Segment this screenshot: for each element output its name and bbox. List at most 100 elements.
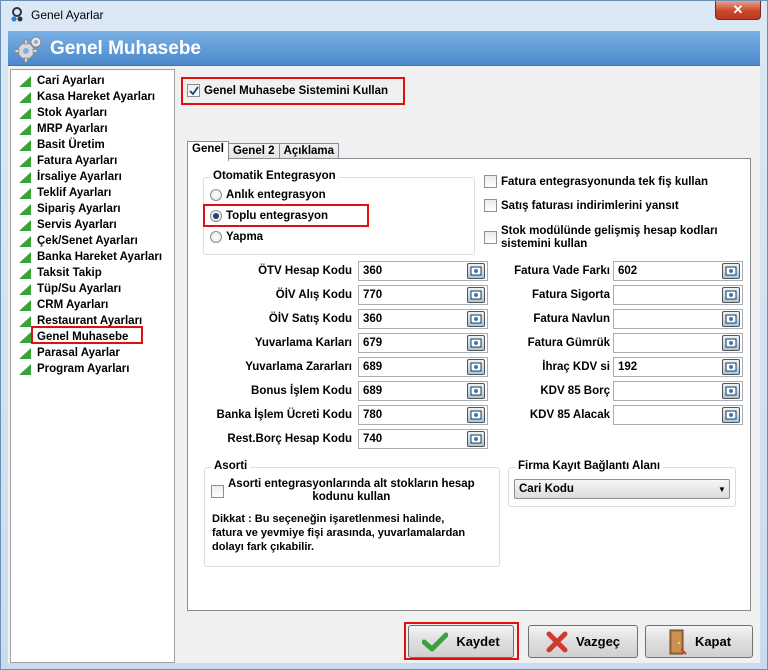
sidebar-item-program[interactable]: Program Ayarları	[19, 361, 129, 377]
asorti-checkbox[interactable]: Asorti entegrasyonlarında alt stokların …	[211, 478, 475, 504]
radio-yapma[interactable]: Yapma	[210, 231, 263, 243]
checkbox-box[interactable]	[484, 231, 497, 244]
sidebar-item-cari[interactable]: Cari Ayarları	[19, 73, 105, 89]
use-system-highlight	[181, 77, 405, 105]
checkbox-box[interactable]	[484, 199, 497, 212]
radio-button[interactable]	[210, 189, 222, 201]
checkbox-box[interactable]	[211, 485, 224, 498]
sidebar-item-basit-uretim[interactable]: Basit Üretim	[19, 137, 105, 153]
lookup-icon[interactable]	[722, 287, 740, 303]
field-label-otv: ÖTV Hesap Kodu	[258, 265, 352, 277]
sidebar-item-siparis[interactable]: Sipariş Ayarları	[19, 201, 121, 217]
triangle-icon	[19, 75, 31, 87]
field-value[interactable]: 192	[614, 361, 722, 373]
lookup-icon[interactable]	[722, 311, 740, 327]
field-label-vade-farki: Fatura Vade Farkı	[514, 265, 610, 277]
field-value[interactable]: 780	[359, 409, 467, 421]
sidebar-item-taksit[interactable]: Taksit Takip	[19, 265, 102, 281]
settings-sidebar: Cari Ayarları Kasa Hareket Ayarları Stok…	[10, 69, 175, 663]
sidebar-item-cek-senet[interactable]: Çek/Senet Ayarları	[19, 233, 138, 249]
lookup-icon[interactable]	[467, 287, 485, 303]
sidebar-item-label: Taksit Takip	[37, 267, 102, 279]
lookup-icon[interactable]	[467, 383, 485, 399]
close-button[interactable]: Kapat	[645, 625, 753, 658]
asorti-check-label: Asorti entegrasyonlarında alt stokların …	[228, 478, 475, 504]
field-label-banka-islem: Banka İşlem Ücreti Kodu	[216, 409, 352, 421]
field-kdv85-alacak[interactable]	[613, 405, 743, 425]
window-close-button[interactable]: ✕	[715, 1, 761, 20]
sidebar-item-tup-su[interactable]: Tüp/Su Ayarları	[19, 281, 121, 297]
field-value[interactable]: 602	[614, 265, 722, 277]
header-title: Genel Muhasebe	[50, 38, 201, 59]
field-otv[interactable]: 360	[358, 261, 488, 281]
triangle-icon	[19, 315, 31, 327]
field-value[interactable]: 689	[359, 385, 467, 397]
window-title: Genel Ayarlar	[31, 8, 104, 22]
lookup-icon[interactable]	[722, 359, 740, 375]
field-value[interactable]: 360	[359, 265, 467, 277]
chevron-down-icon[interactable]: ▼	[715, 485, 729, 494]
field-ihrac-kdv[interactable]: 192	[613, 357, 743, 377]
field-vade-farki[interactable]: 602	[613, 261, 743, 281]
lookup-icon[interactable]	[722, 383, 740, 399]
check-label: Fatura entegrasyonunda tek fiş kullan	[501, 175, 709, 188]
field-label-yuvarlama-kar: Yuvarlama Karları	[254, 337, 352, 349]
client-area: Genel Muhasebe Cari Ayarları Kasa Hareke…	[8, 31, 760, 663]
cancel-button[interactable]: Vazgeç	[528, 625, 638, 658]
field-navlun[interactable]	[613, 309, 743, 329]
lookup-icon[interactable]	[722, 407, 740, 423]
field-value[interactable]: 679	[359, 337, 467, 349]
sidebar-item-fatura[interactable]: Fatura Ayarları	[19, 153, 117, 169]
field-label-rest-borc: Rest.Borç Hesap Kodu	[227, 433, 352, 445]
lookup-icon[interactable]	[467, 335, 485, 351]
lookup-icon[interactable]	[467, 359, 485, 375]
sidebar-item-mrp[interactable]: MRP Ayarları	[19, 121, 108, 137]
asorti-note-line3: dolayı fark çıkabilir.	[212, 541, 315, 553]
sidebar-item-banka[interactable]: Banka Hareket Ayarları	[19, 249, 162, 265]
field-kdv85-borc[interactable]	[613, 381, 743, 401]
lookup-icon[interactable]	[722, 335, 740, 351]
sidebar-item-irsaliye[interactable]: İrsaliye Ayarları	[19, 169, 122, 185]
lookup-icon[interactable]	[467, 263, 485, 279]
field-banka-islem[interactable]: 780	[358, 405, 488, 425]
sidebar-item-servis[interactable]: Servis Ayarları	[19, 217, 117, 233]
field-oiv-alis[interactable]: 770	[358, 285, 488, 305]
sidebar-item-parasal[interactable]: Parasal Ayarlar	[19, 345, 120, 361]
tab-genel[interactable]: Genel	[187, 141, 229, 161]
field-value[interactable]: 770	[359, 289, 467, 301]
sidebar-item-label: İrsaliye Ayarları	[37, 171, 122, 183]
radio-button[interactable]	[210, 231, 222, 243]
field-bonus[interactable]: 689	[358, 381, 488, 401]
triangle-icon	[19, 171, 31, 183]
lookup-icon[interactable]	[467, 407, 485, 423]
tab-panel-genel: Otomatik Entegrasyon Anlık entegrasyon T…	[187, 158, 751, 611]
check-tek-fis[interactable]: Fatura entegrasyonunda tek fiş kullan	[484, 175, 708, 188]
app-icon	[11, 7, 23, 22]
field-value[interactable]: 689	[359, 361, 467, 373]
field-rest-borc[interactable]: 740	[358, 429, 488, 449]
triangle-icon	[19, 267, 31, 279]
sidebar-item-label: Çek/Senet Ayarları	[37, 235, 138, 247]
field-sigorta[interactable]	[613, 285, 743, 305]
lookup-icon[interactable]	[467, 311, 485, 327]
field-oiv-satis[interactable]: 360	[358, 309, 488, 329]
sidebar-item-teklif[interactable]: Teklif Ayarları	[19, 185, 111, 201]
radio-anlik[interactable]: Anlık entegrasyon	[210, 189, 326, 201]
field-yuvarlama-zarar[interactable]: 689	[358, 357, 488, 377]
lookup-icon[interactable]	[467, 431, 485, 447]
field-gumruk[interactable]	[613, 333, 743, 353]
lookup-icon[interactable]	[722, 263, 740, 279]
field-yuvarlama-kar[interactable]: 679	[358, 333, 488, 353]
checkbox-box[interactable]	[484, 175, 497, 188]
field-label-bonus: Bonus İşlem Kodu	[251, 385, 352, 397]
radio-label: Yapma	[226, 231, 264, 243]
field-value[interactable]: 740	[359, 433, 467, 445]
sidebar-item-kasa[interactable]: Kasa Hareket Ayarları	[19, 89, 155, 105]
firma-combo[interactable]: Cari Kodu ▼	[514, 479, 730, 499]
check-gelismis[interactable]: Stok modülünde gelişmiş hesap kodları sis…	[484, 225, 718, 251]
check-indirim[interactable]: Satış faturası indirimlerini yansıt	[484, 199, 679, 212]
sidebar-item-crm[interactable]: CRM Ayarları	[19, 297, 108, 313]
triangle-icon	[19, 283, 31, 295]
field-value[interactable]: 360	[359, 313, 467, 325]
sidebar-item-stok[interactable]: Stok Ayarları	[19, 105, 107, 121]
